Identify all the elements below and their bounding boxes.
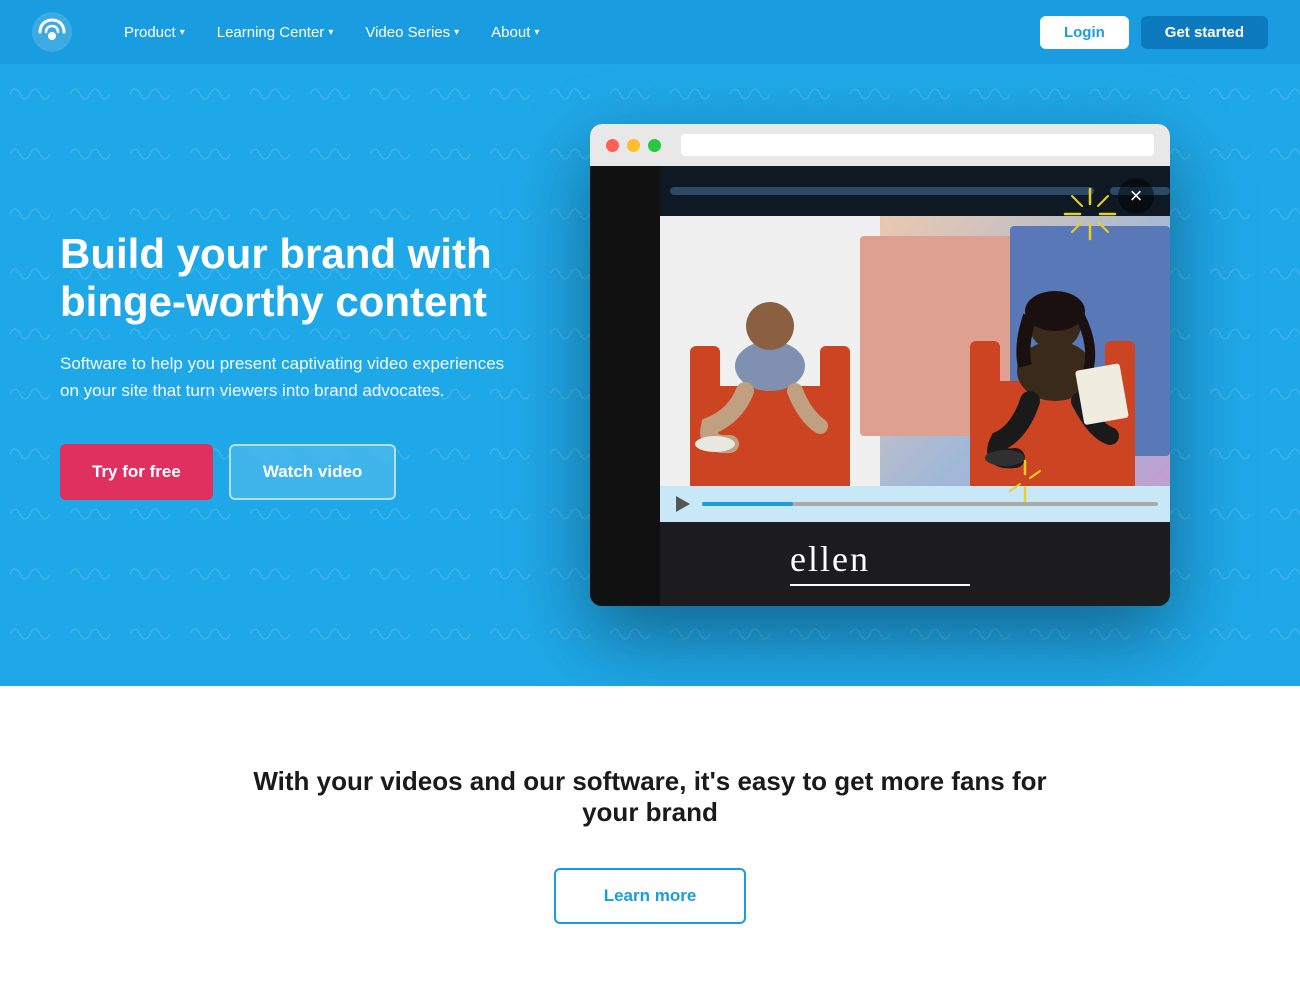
get-started-button[interactable]: Get started [1141,16,1268,49]
nav-learning-center[interactable]: Learning Center ▾ [205,16,346,49]
hero-title: Build your brand with binge-worthy conte… [60,230,520,327]
lower-section: With your videos and our software, it's … [0,686,1300,984]
signature-area: ellen [590,522,1170,606]
close-button[interactable]: × [1118,178,1154,214]
chevron-down-icon: ▾ [328,27,333,38]
progress-fill [702,502,793,506]
video-thumbnail [660,216,1170,486]
nav-actions: Login Get started [1040,16,1268,49]
hero-section: Build your brand with binge-worthy conte… [0,64,1300,686]
navbar: Product ▾ Learning Center ▾ Video Series… [0,0,1300,64]
try-for-free-button[interactable]: Try for free [60,444,213,500]
watch-video-button[interactable]: Watch video [229,444,397,500]
maximize-traffic-light [648,139,661,152]
play-icon[interactable] [672,494,692,514]
chevron-down-icon: ▾ [180,27,185,38]
lower-title: With your videos and our software, it's … [250,766,1050,828]
video-scene-svg [660,216,1170,486]
hero-visual: × [520,124,1240,606]
browser-url-bar [681,134,1154,156]
signature-underline [790,584,970,586]
signature-text: ellen [790,538,970,580]
learn-more-button[interactable]: Learn more [554,868,747,924]
hero-content: Build your brand with binge-worthy conte… [60,230,520,501]
nav-links: Product ▾ Learning Center ▾ Video Series… [112,16,1016,49]
minimize-traffic-light [627,139,640,152]
hero-buttons: Try for free Watch video [60,444,520,500]
login-button[interactable]: Login [1040,16,1129,49]
logo[interactable] [32,12,72,52]
chevron-down-icon: ▾ [454,27,459,38]
sparkle-decoration-top [1060,184,1120,244]
nav-product[interactable]: Product ▾ [112,16,197,49]
nav-video-series[interactable]: Video Series ▾ [353,16,471,49]
browser-sidebar [590,166,660,606]
chevron-down-icon: ▾ [534,27,539,38]
progress-bar [702,502,1158,506]
video-container [660,216,1170,522]
hero-subtitle: Software to help you present captivating… [60,350,520,404]
sparkle-decoration-bottom [1000,456,1050,506]
nav-about[interactable]: About ▾ [479,16,551,49]
inner-nav-bar [670,187,1094,195]
signature-content: ellen [790,538,970,586]
close-traffic-light [606,139,619,152]
video-controls [660,486,1170,522]
browser-bar [590,124,1170,166]
